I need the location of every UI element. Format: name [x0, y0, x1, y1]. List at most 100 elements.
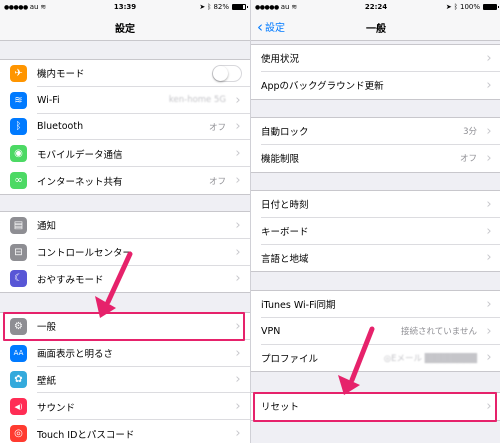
settings-row[interactable]: 自動ロック 3分 › — [251, 118, 500, 145]
settings-row[interactable]: プロファイル ◎Eメール ████████ › — [251, 345, 500, 372]
location-icon: ➤ — [445, 3, 452, 11]
chevron-right-icon: › — [235, 119, 241, 135]
settings-row-label: プロファイル — [261, 353, 319, 365]
moon-icon: ☾ — [10, 270, 27, 288]
chevron-right-icon: › — [486, 77, 492, 93]
settings-row-label: 通知 — [37, 221, 57, 233]
settings-row[interactable]: ✿ 壁紙 › — [0, 367, 250, 394]
chevron-right-icon: › — [235, 426, 241, 442]
chevron-right-icon: › — [486, 50, 492, 66]
location-icon: ➤ — [199, 3, 206, 11]
settings-row-label: 使用状況 — [261, 54, 300, 66]
notifications-icon: ▤ — [10, 216, 27, 234]
settings-row-label: Touch IDとパスコード — [37, 429, 135, 441]
settings-group: ✈ 機内モード ≋ Wi-Fi ken-home 5G › ᛒ Bluetooth オフ › ◉ モバ… — [0, 59, 250, 195]
chevron-right-icon: › — [235, 345, 241, 361]
settings-row-label: コントロールセンター — [37, 248, 133, 260]
settings-row[interactable]: リセット › — [251, 393, 500, 420]
settings-group: リセット › — [251, 392, 500, 421]
settings-row[interactable]: Appのバックグラウンド更新 › — [251, 72, 500, 99]
settings-row-value: オフ — [208, 176, 226, 187]
settings-row-label: Bluetooth — [37, 121, 84, 133]
settings-row[interactable]: ☾ おやすみモード › — [0, 266, 250, 293]
bluetooth-status-icon: ᛒ — [207, 3, 212, 11]
settings-row-label: おやすみモード — [37, 274, 104, 286]
chevron-right-icon: › — [235, 271, 241, 287]
chevron-right-icon: › — [235, 173, 241, 189]
display-icon: AA — [10, 344, 27, 362]
chevron-right-icon: › — [486, 196, 492, 212]
settings-row[interactable]: ◎ Touch IDとパスコード › — [0, 420, 250, 443]
settings-row[interactable]: ◉ モバイルデータ通信 › — [0, 140, 250, 168]
chevron-right-icon: › — [486, 223, 492, 239]
settings-row-value: 3分 — [463, 127, 477, 138]
settings-row-label: サウンド — [37, 402, 76, 414]
wallpaper-icon: ✿ — [10, 371, 27, 389]
settings-group: 使用状況 › Appのバックグラウンド更新 › — [251, 44, 500, 100]
gear-icon: ⚙ — [10, 317, 27, 335]
chevron-right-icon: › — [235, 318, 241, 334]
control-center-icon: ⊟ — [10, 243, 27, 261]
chevron-right-icon: › — [486, 350, 492, 366]
settings-group: ⚙ 一般 › AA 画面表示と明るさ › ✿ 壁紙 › ◀) サウンド › ◎ Touch IDとパスコー… — [0, 312, 250, 443]
antenna-icon: ◉ — [10, 145, 27, 163]
chevron-right-icon: › — [235, 92, 241, 108]
settings-row-label: 言語と地域 — [261, 253, 309, 265]
settings-row-value: 接続されていません — [401, 327, 477, 338]
chevron-right-icon: › — [486, 398, 492, 414]
chevron-right-icon: › — [235, 372, 241, 388]
settings-row-label: VPN — [261, 325, 281, 337]
chevron-right-icon: › — [235, 244, 241, 260]
settings-row[interactable]: キーボード › — [251, 218, 500, 245]
airplane-icon: ✈ — [10, 64, 27, 82]
settings-row-label: Wi-Fi — [37, 94, 60, 106]
settings-row[interactable]: ✈ 機内モード — [0, 60, 250, 87]
chevron-right-icon: › — [486, 323, 492, 339]
settings-row-value: オフ — [208, 122, 226, 133]
page-title: 設定 — [115, 24, 135, 35]
settings-row[interactable]: ≋ Wi-Fi ken-home 5G › — [0, 87, 250, 114]
status-bar: ●●●●● au ≋ 22:24 ➤ ᛒ 100% — [251, 0, 500, 14]
chevron-right-icon: › — [486, 123, 492, 139]
settings-row[interactable]: ⊟ コントロールセンター › — [0, 239, 250, 266]
battery-percent: 82% — [213, 3, 229, 11]
navigation-bar: ‹ 設定 一般 — [251, 14, 500, 41]
page-title: 一般 — [366, 24, 386, 35]
settings-row-value: オフ — [459, 154, 477, 165]
settings-row-value: ◎Eメール ████████ — [383, 353, 477, 364]
bluetooth-icon: ᛒ — [10, 118, 27, 136]
settings-row-label: インターネット共有 — [37, 176, 123, 188]
chevron-right-icon: › — [486, 150, 492, 166]
sound-icon: ◀) — [10, 398, 27, 416]
settings-row-label: 自動ロック — [261, 127, 309, 139]
settings-row[interactable]: 機能制限 オフ › — [251, 145, 500, 172]
settings-row[interactable]: iTunes Wi-Fi同期 › — [251, 291, 500, 318]
chevron-right-icon: › — [235, 146, 241, 162]
status-bar: ●●●●● au ≋ 13:39 ➤ ᛒ 82% — [0, 0, 250, 14]
settings-row-label: iTunes Wi-Fi同期 — [261, 300, 336, 312]
battery-percent: 100% — [459, 3, 480, 11]
wifi-icon: ≋ — [10, 91, 27, 109]
settings-row[interactable]: 使用状況 › — [251, 45, 500, 72]
general-screen: ●●●●● au ≋ 22:24 ➤ ᛒ 100% ‹ 設定 一般 使用状況 › A… — [250, 0, 500, 443]
settings-row[interactable]: ⚙ 一般 › — [0, 313, 250, 340]
settings-row[interactable]: ▤ 通知 › — [0, 212, 250, 239]
settings-row[interactable]: AA 画面表示と明るさ › — [0, 340, 250, 367]
bluetooth-status-icon: ᛒ — [453, 3, 458, 11]
settings-row[interactable]: 言語と地域 › — [251, 245, 500, 272]
settings-row[interactable]: ᛒ Bluetooth オフ › — [0, 114, 250, 141]
fingerprint-icon: ◎ — [10, 425, 27, 443]
settings-row-label: キーボード — [261, 227, 309, 239]
settings-row-value: ken-home 5G — [168, 95, 226, 106]
settings-row[interactable]: ◀) サウンド › — [0, 393, 250, 421]
settings-row[interactable]: 日付と時刻 › — [251, 191, 500, 218]
settings-row[interactable]: ∞ インターネット共有 オフ › — [0, 167, 250, 194]
link-icon: ∞ — [10, 172, 27, 190]
settings-row-label: 画面表示と明るさ — [37, 349, 114, 361]
settings-row-label: 機能制限 — [261, 154, 300, 166]
settings-group: ▤ 通知 › ⊟ コントロールセンター › ☾ おやすみモード › — [0, 211, 250, 294]
navigation-bar: 設定 — [0, 14, 250, 41]
airplane-mode-toggle[interactable] — [212, 64, 242, 82]
settings-group: 自動ロック 3分 › 機能制限 オフ › — [251, 117, 500, 173]
settings-row[interactable]: VPN 接続されていません › — [251, 318, 500, 345]
